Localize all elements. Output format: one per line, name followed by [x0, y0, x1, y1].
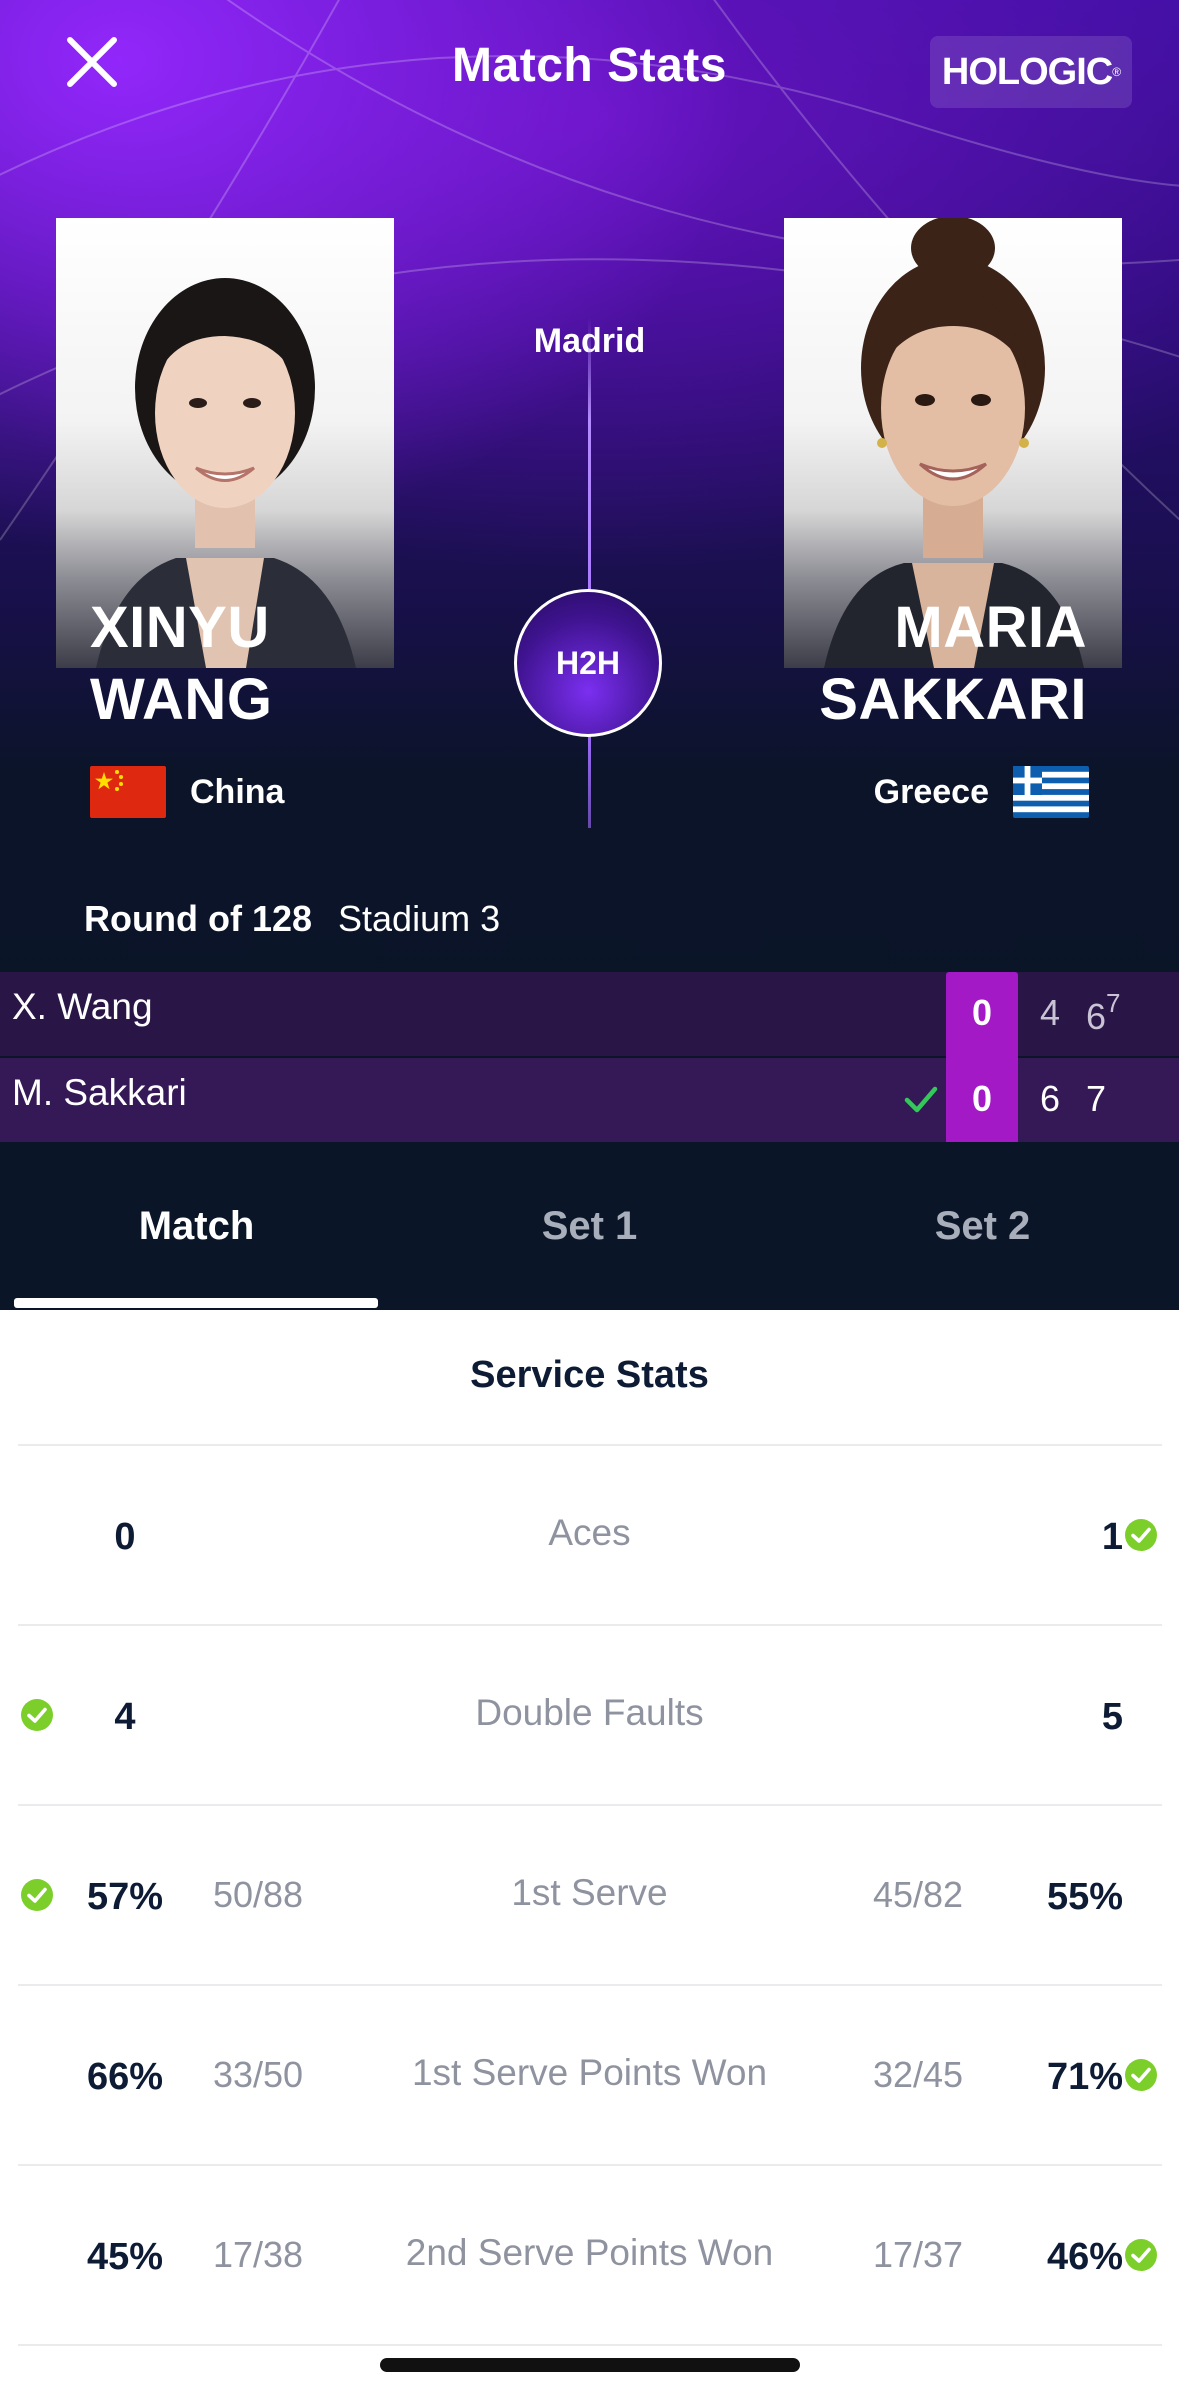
tiebreak-score-player-1: 7: [1106, 988, 1121, 1018]
player-country-left: China: [90, 766, 284, 818]
stat-right-value: 46%: [1046, 2236, 1123, 2278]
leader-check-icon: [1125, 1519, 1157, 1551]
active-tab-indicator: [14, 1298, 378, 1308]
stat-right-value: 71%: [1046, 2056, 1123, 2098]
stat-right-fraction: 32/45: [872, 2054, 964, 2095]
player-first-name-left: XINYU: [90, 595, 270, 660]
home-indicator[interactable]: [380, 2358, 800, 2372]
stat-row-first-serve-points-won: 66% 33/50 1st Serve Points Won 32/45 71%: [0, 1986, 1179, 2166]
stat-label: Aces: [548, 1512, 631, 1553]
stat-right-fraction: 45/82: [872, 1874, 964, 1915]
section-title: Service Stats: [470, 1354, 709, 1396]
h2h-label: H2H: [555, 644, 620, 681]
set-tabs: Match Set 1 Set 2: [0, 1142, 1179, 1310]
set-2-score-player-1: 67: [1086, 988, 1121, 1038]
stat-row-aces: 0 Aces 1: [0, 1446, 1179, 1626]
stat-right-fraction: 17/37: [872, 2234, 964, 2275]
leader-check-icon: [1125, 2059, 1157, 2091]
match-header: Match Stats HOLOGIC ® H2H XINYU WANG MAR…: [0, 0, 1179, 1310]
set-1-score-player-1: 4: [1040, 992, 1061, 1033]
stat-row-first-serve: 57% 50/88 1st Serve 45/82 55%: [0, 1806, 1179, 1986]
tab-set-2[interactable]: Set 2: [786, 1204, 1179, 1249]
country-name-right: Greece: [873, 772, 989, 811]
player-country-right: Greece: [874, 766, 1089, 818]
country-name-left: China: [190, 772, 285, 811]
stat-row-second-serve-points-won: 45% 17/38 2nd Serve Points Won 17/37 46%: [0, 2166, 1179, 2346]
player-last-name-right: SAKKARI: [819, 667, 1087, 732]
sponsor-logo[interactable]: HOLOGIC ®: [930, 36, 1132, 108]
tab-match[interactable]: Match: [0, 1204, 393, 1249]
service-stats-panel: Service Stats 0 Aces 1 4 Double Faults 5…: [0, 1314, 1179, 2397]
greece-flag-icon: [1013, 766, 1089, 818]
h2h-button[interactable]: H2H: [514, 589, 662, 737]
current-score-player-2: 0: [971, 1078, 993, 1119]
player-name-left: XINYU WANG: [90, 592, 272, 736]
player-last-name-left: WANG: [90, 667, 273, 732]
stat-row-double-faults: 4 Double Faults 5: [0, 1626, 1179, 1806]
row-divider: [18, 2344, 1162, 2346]
scoreboard: X. Wang M. Sakkari 0 0 4 67 6 7: [0, 972, 1179, 1146]
stat-label: 1st Serve: [511, 1872, 668, 1913]
player-name-right: MARIA SAKKARI: [819, 592, 1087, 736]
stat-right-value: 1: [1101, 1516, 1123, 1558]
court-label: Stadium 3: [338, 898, 501, 939]
round-label: Round of 128: [84, 898, 313, 939]
stat-label: 1st Serve Points Won: [411, 2052, 768, 2093]
round-info: Round of 128 Stadium 3: [84, 898, 500, 940]
leader-check-icon: [1125, 2239, 1157, 2271]
stat-right-value: 55%: [1046, 1876, 1123, 1918]
set-2-games-player-1: 6: [1086, 996, 1107, 1037]
center-divider-line: [588, 318, 591, 828]
stat-label: Double Faults: [475, 1692, 704, 1733]
china-flag-icon: [90, 766, 166, 818]
score-player-name: X. Wang: [12, 986, 153, 1027]
current-score-player-1: 0: [971, 992, 993, 1033]
set-1-score-player-2: 6: [1040, 1078, 1061, 1119]
player-first-name-right: MARIA: [894, 595, 1087, 660]
winner-check-icon: [904, 1086, 938, 1113]
stat-label: 2nd Serve Points Won: [405, 2232, 774, 2273]
set-2-score-player-2: 7: [1086, 1078, 1107, 1119]
sponsor-logo-text: HOLOGIC: [941, 50, 1113, 93]
tab-set-1[interactable]: Set 1: [393, 1204, 786, 1249]
score-player-name: M. Sakkari: [12, 1072, 187, 1113]
stat-right-value: 5: [1101, 1696, 1123, 1738]
